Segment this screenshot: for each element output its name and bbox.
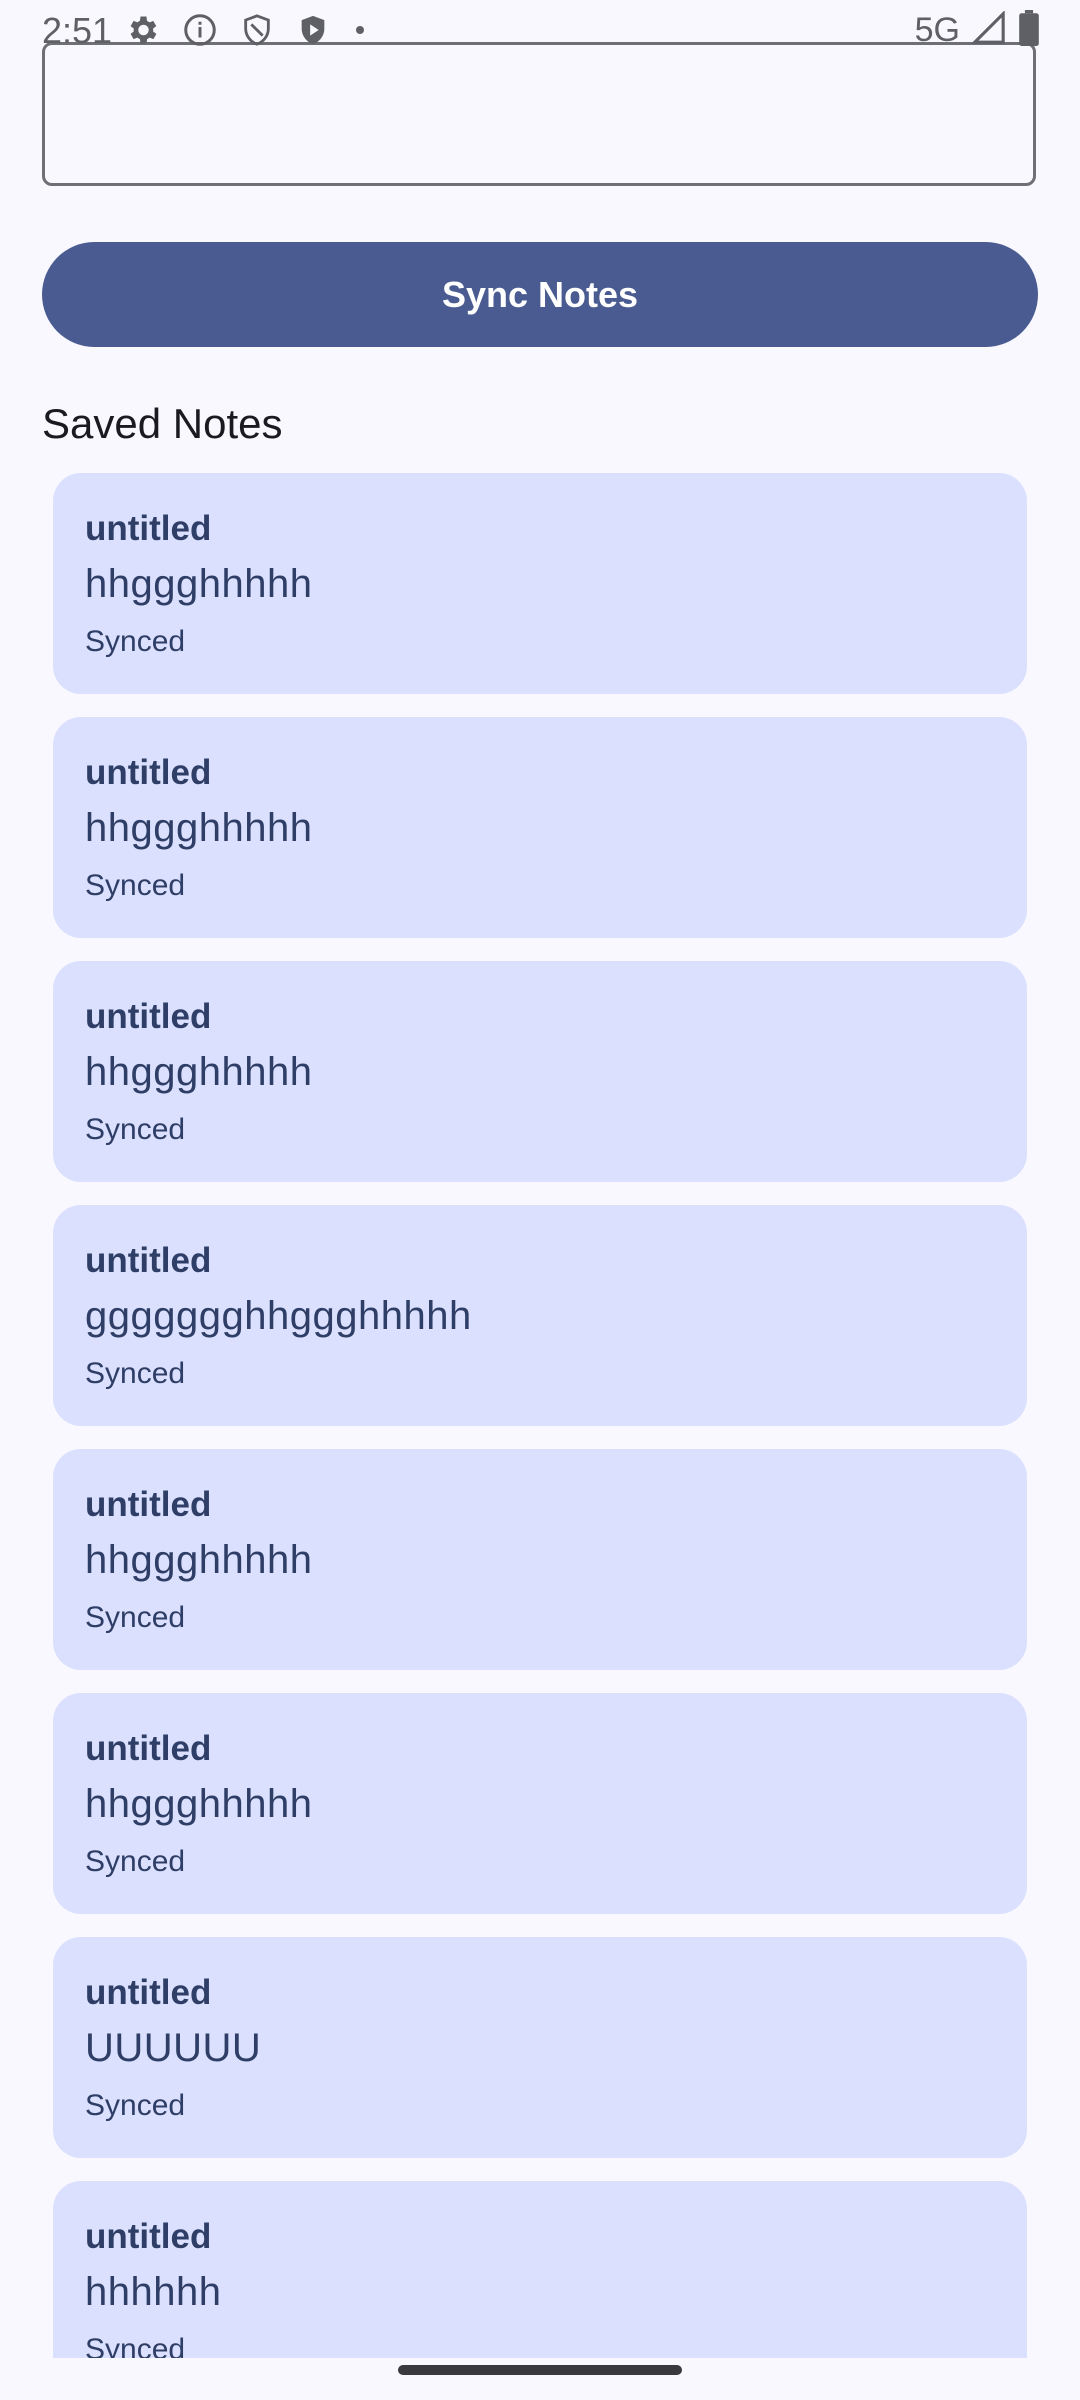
note-body: hhggghhhhh (85, 1538, 313, 1582)
notes-screen: 2:51 5G Sync Notes Saved Notes untitled … (0, 0, 1080, 2400)
note-sync-status: Synced (85, 1845, 186, 1878)
status-system-icons: 5G (915, 10, 1040, 51)
note-input[interactable] (42, 42, 1036, 186)
note-sync-status: Synced (85, 1113, 186, 1146)
note-title: untitled (85, 1973, 212, 2012)
note-body: ggggggghhggghhhhh (85, 1294, 472, 1338)
note-title: untitled (85, 997, 212, 1036)
note-title: untitled (85, 509, 212, 548)
home-indicator[interactable] (398, 2365, 682, 2375)
note-sync-status: Synced (85, 2089, 186, 2122)
info-icon (182, 12, 218, 48)
note-body: hhggghhhhh (85, 562, 313, 606)
note-title: untitled (85, 753, 212, 792)
note-body: hhggghhhhh (85, 1050, 313, 1094)
settings-icon (124, 12, 160, 48)
note-body: hhhhhh (85, 2270, 222, 2314)
signal-icon (971, 10, 1006, 50)
status-bar: 2:51 5G (0, 0, 1080, 60)
note-card[interactable]: untitled hhggghhhhh Synced (53, 1449, 1027, 1670)
battery-icon (1018, 10, 1040, 51)
shield-outline-icon (240, 12, 274, 48)
note-body: hhggghhhhh (85, 806, 313, 850)
note-card[interactable]: untitled UUUUUU Synced (53, 1937, 1027, 2158)
network-type-label: 5G (914, 11, 960, 49)
note-card[interactable]: untitled hhggghhhhh Synced (53, 961, 1027, 1182)
saved-notes-heading: Saved Notes (42, 400, 283, 447)
note-sync-status: Synced (85, 869, 186, 902)
note-body: UUUUUU (85, 2026, 262, 2070)
note-body: hhggghhhhh (85, 1782, 313, 1826)
note-sync-status: Synced (85, 625, 186, 658)
note-title: untitled (85, 1729, 212, 1768)
note-sync-status: Synced (85, 1357, 186, 1390)
note-sync-status: Synced (85, 1601, 186, 1634)
shield-play-icon (296, 12, 330, 48)
dot-icon (352, 22, 368, 38)
note-title: untitled (85, 1485, 212, 1524)
note-card[interactable]: untitled hhggghhhhh Synced (53, 717, 1027, 938)
note-title: untitled (85, 2217, 212, 2256)
status-notification-icons (124, 12, 368, 48)
note-card[interactable]: untitled ggggggghhggghhhhh Synced (53, 1205, 1027, 1426)
sync-notes-button[interactable]: Sync Notes (42, 242, 1038, 347)
note-card[interactable]: untitled hhggghhhhh Synced (53, 473, 1027, 694)
note-card[interactable]: untitled hhggghhhhh Synced (53, 1693, 1027, 1914)
note-title: untitled (85, 1241, 212, 1280)
status-time: 2:51 (42, 10, 113, 51)
